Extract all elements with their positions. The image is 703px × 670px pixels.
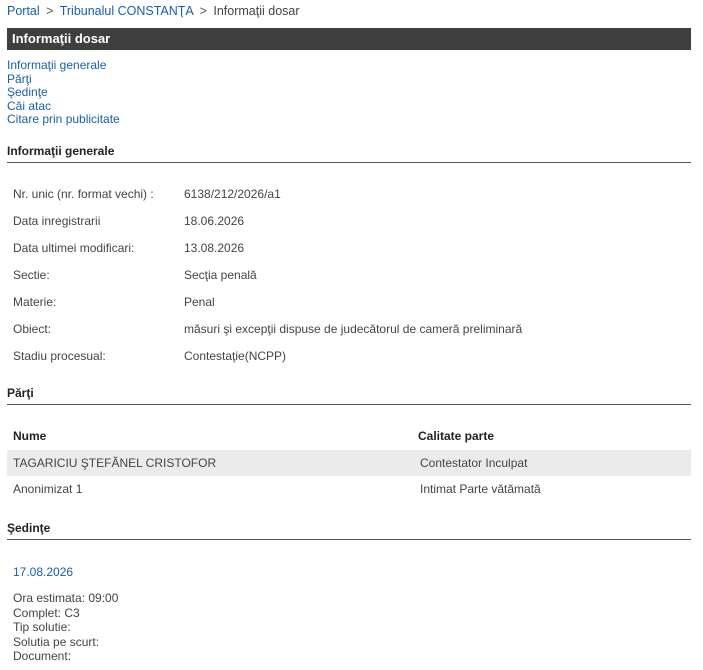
info-value: 13.08.2026 (184, 241, 245, 255)
breadcrumb-separator: > (199, 4, 207, 18)
toc-link-general-info[interactable]: Informaţii generale (7, 58, 120, 73)
toc-link-parties[interactable]: Părţi (7, 72, 120, 87)
party-name: TAGARICIU ŞTEFĂNEL CRISTOFOR (13, 456, 217, 470)
info-value: Penal (184, 295, 215, 309)
table-of-contents: Informaţii generale Părţi Şedinţe Căi at… (7, 58, 120, 127)
party-role: Intimat Parte vătămată (420, 482, 541, 496)
breadcrumb-portal-link[interactable]: Portal (7, 4, 40, 18)
info-label: Data ultimei modificari: (13, 241, 135, 255)
hearing-solution-summary: Solutia pe scurt: (13, 634, 100, 649)
info-label: Sectie: (13, 268, 50, 282)
breadcrumb-court-link[interactable]: Tribunalul CONSTANŢA (60, 4, 193, 18)
info-row-registration-date: Data inregistrarii 18.06.2026 (13, 214, 244, 228)
info-label: Data inregistrarii (13, 214, 101, 228)
breadcrumb: Portal > Tribunalul CONSTANŢA > Informaţ… (7, 4, 300, 18)
info-row-object: Obiect: măsuri şi excepţii dispuse de ju… (13, 322, 522, 336)
info-label: Materie: (13, 295, 57, 309)
hearing-document: Document: (13, 649, 72, 663)
info-row-last-modified: Data ultimei modificari: 13.08.2026 (13, 241, 244, 255)
section-heading-parties: Părţi (7, 386, 691, 405)
info-label: Nr. unic (nr. format vechi) : (13, 187, 154, 201)
party-role: Contestator Inculpat (420, 456, 528, 470)
info-label: Stadiu procesual: (13, 349, 106, 363)
info-row-matter: Materie: Penal (13, 295, 215, 309)
toc-link-public-summons[interactable]: Citare prin publicitate (7, 112, 120, 127)
info-value: Contestaţie(NCPP) (184, 349, 287, 363)
hearing-solution-type: Tip solutie: (13, 620, 71, 634)
hearing-panel: Complet: C3 (13, 605, 80, 620)
toc-link-appeals[interactable]: Căi atac (7, 99, 120, 114)
info-row-procedural-stage: Stadiu procesual: Contestaţie(NCPP) (13, 349, 286, 363)
breadcrumb-current: Informaţii dosar (213, 4, 300, 18)
party-name: Anonimizat 1 (13, 482, 83, 496)
info-row-section: Sectie: Secţia penală (13, 268, 257, 282)
page-title: Informaţii dosar (12, 31, 111, 46)
table-row: TAGARICIU ŞTEFĂNEL CRISTOFOR Contestator… (7, 450, 691, 476)
table-row: Anonimizat 1 Intimat Parte vătămată (7, 476, 691, 502)
toc-link-hearings[interactable]: Şedinţe (7, 85, 120, 100)
info-label: Obiect: (13, 322, 52, 336)
section-heading-hearings: Şedinţe (7, 521, 691, 540)
hearing-details: Ora estimata: 09:00 Complet: C3 Tip solu… (13, 591, 118, 664)
section-heading-general-info: Informaţii generale (7, 144, 691, 163)
table-header-row: Nume Calitate parte (7, 422, 691, 450)
info-value: 18.06.2026 (184, 214, 245, 228)
page-title-bar: Informaţii dosar (7, 28, 691, 50)
info-value: 6138/212/2026/a1 (184, 187, 281, 201)
info-value: Secţia penală (184, 268, 257, 282)
column-header-name: Nume (13, 429, 47, 443)
breadcrumb-separator: > (46, 4, 54, 18)
parties-table: Nume Calitate parte TAGARICIU ŞTEFĂNEL C… (7, 422, 691, 502)
info-row-case-number: Nr. unic (nr. format vechi) : 6138/212/2… (13, 187, 281, 201)
info-value: măsuri şi excepţii dispuse de judecătoru… (184, 322, 523, 336)
hearing-date: 17.08.2026 (13, 565, 74, 579)
hearing-estimated-time: Ora estimata: 09:00 (13, 591, 119, 605)
column-header-role: Calitate parte (418, 429, 495, 443)
